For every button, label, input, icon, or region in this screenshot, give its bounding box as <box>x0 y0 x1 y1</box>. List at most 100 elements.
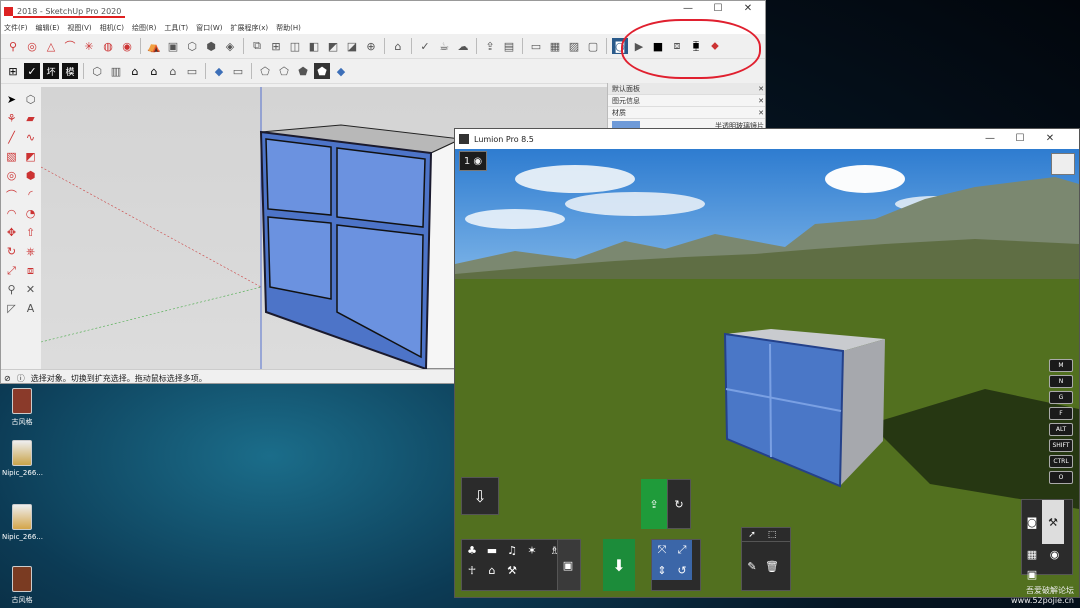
menu-tools[interactable]: 工具(T) <box>164 23 188 33</box>
key-m[interactable]: M <box>1049 359 1073 372</box>
maximize-button[interactable]: ☐ <box>1005 133 1035 144</box>
view-top-icon[interactable]: ▥ <box>108 63 124 79</box>
save-import-button[interactable]: ⇪ <box>641 479 667 529</box>
view-left-icon[interactable]: ▭ <box>184 63 200 79</box>
line-icon[interactable]: ╱ <box>3 129 20 146</box>
tape-measure-icon[interactable]: ⚲ <box>3 281 20 298</box>
push-pull-icon[interactable]: ⇧ <box>22 224 39 241</box>
desktop-icon[interactable]: 古风格 <box>2 388 42 427</box>
grid-icon[interactable]: ⊞ <box>5 63 21 79</box>
solid-tools-icon[interactable]: ⧉ <box>249 38 265 54</box>
movie-icon[interactable]: ▦ <box>1022 544 1042 564</box>
texture-icon[interactable]: ◈ <box>222 38 238 54</box>
scale-arrows-icon[interactable]: ⤢ <box>672 540 692 560</box>
rotated-rectangle-icon[interactable]: ◩ <box>22 148 39 165</box>
rotate-icon[interactable]: ↻ <box>3 243 20 260</box>
circle-icon[interactable]: ◎ <box>24 38 40 54</box>
tree-icon[interactable]: ♣ <box>462 540 482 560</box>
desktop-icon[interactable]: Nipic_266... <box>2 440 43 477</box>
backedges-icon[interactable]: ▭ <box>230 63 246 79</box>
key-o[interactable]: O <box>1049 471 1073 484</box>
cloud-icon[interactable]: ☁ <box>455 38 471 54</box>
view-right-icon[interactable]: ⌂ <box>146 63 162 79</box>
menu-window[interactable]: 窗口(W) <box>196 23 222 33</box>
key-shift[interactable]: SHIFT <box>1049 439 1073 452</box>
follow-me-icon[interactable]: ⎈ <box>22 243 39 260</box>
shell-icon[interactable]: ⊕ <box>363 38 379 54</box>
cone-icon[interactable]: △ <box>43 38 59 54</box>
warehouse-icon[interactable]: ⌂ <box>390 38 406 54</box>
cube-outline-icon[interactable]: ⬢ <box>203 38 219 54</box>
close-icon[interactable]: ✕ <box>758 109 764 117</box>
minimize-button[interactable]: — <box>975 133 1005 144</box>
toolbar-text-icon[interactable]: 模 <box>62 63 78 79</box>
rectangle-icon[interactable]: ▧ <box>3 148 20 165</box>
box-select-icon[interactable]: ⬚ <box>762 528 782 542</box>
imported-models-button[interactable]: ▣ <box>557 539 581 591</box>
menu-draw[interactable]: 绘图(R) <box>132 23 156 33</box>
export-icon[interactable]: ⇪ <box>482 38 498 54</box>
intersect-icon[interactable]: ⊞ <box>268 38 284 54</box>
union-icon[interactable]: ◫ <box>287 38 303 54</box>
view-front-icon[interactable]: ⌂ <box>127 63 143 79</box>
layer-visibility-button[interactable]: 1 ◉ <box>459 151 487 171</box>
key-alt[interactable]: ALT <box>1049 423 1073 436</box>
key-f[interactable]: F <box>1049 407 1073 420</box>
sandbox-icon[interactable]: ⛺ <box>146 38 162 54</box>
toolbar-text-icon[interactable]: 坏 <box>43 63 59 79</box>
view-iso-icon[interactable]: ⬡ <box>89 63 105 79</box>
offset-icon[interactable]: ⧈ <box>22 262 39 279</box>
teapot-icon[interactable]: ☕ <box>436 38 452 54</box>
select-icon[interactable]: ➤ <box>3 91 20 108</box>
split-icon[interactable]: ◪ <box>344 38 360 54</box>
shaded-texture-icon[interactable]: ⬟ <box>314 63 330 79</box>
maximize-button[interactable]: ☐ <box>703 3 733 14</box>
tray-entity-row[interactable]: 图元信息 ✕ <box>608 95 765 107</box>
polygon-icon[interactable]: ⬢ <box>22 167 39 184</box>
xray-icon[interactable]: ◆ <box>211 63 227 79</box>
panorama-icon[interactable]: ◉ <box>1045 544 1065 564</box>
place-object-button[interactable]: ⬇ <box>603 539 635 591</box>
eraser-icon[interactable]: ▰ <box>22 110 39 127</box>
subtract-icon[interactable]: ◧ <box>306 38 322 54</box>
paint-bucket-icon[interactable]: ⚘ <box>3 110 20 127</box>
photo-icon[interactable]: ▨ <box>566 38 582 54</box>
close-icon[interactable]: ✕ <box>758 97 764 105</box>
three-point-arc-icon[interactable]: ◠ <box>3 205 20 222</box>
desktop-icon[interactable]: Nipic_266... <box>2 504 43 541</box>
key-g[interactable]: G <box>1049 391 1073 404</box>
dimension-icon[interactable]: ✕ <box>22 281 39 298</box>
save-icon[interactable]: ▣ <box>1022 564 1042 584</box>
car-icon[interactable]: ▬ <box>482 540 502 560</box>
menu-view[interactable]: 视图(V) <box>67 23 91 33</box>
frame-icon[interactable]: ▢ <box>585 38 601 54</box>
rotate-object-icon[interactable]: ↺ <box>672 560 692 580</box>
refresh-button[interactable]: ↻ <box>667 479 691 529</box>
cylinder-icon[interactable]: ◍ <box>100 38 116 54</box>
text-icon[interactable]: A <box>22 300 39 317</box>
build-mode-icon[interactable]: ⚒ <box>1042 500 1064 544</box>
pointer-icon[interactable]: ➚ <box>742 528 762 542</box>
menu-file[interactable]: 文件(F) <box>4 23 28 33</box>
menu-extensions[interactable]: 扩展程序(x) <box>230 23 268 33</box>
music-icon[interactable]: ♫ <box>502 540 522 560</box>
height-icon[interactable]: ⇕ <box>652 560 672 580</box>
window-icon[interactable]: ▭ <box>528 38 544 54</box>
box-icon[interactable]: ▣ <box>165 38 181 54</box>
two-point-arc-icon[interactable]: ◜ <box>22 186 39 203</box>
panel-icon[interactable]: ▦ <box>547 38 563 54</box>
move-arrows-icon[interactable]: ⤧ <box>652 540 672 560</box>
lumion-viewport[interactable]: 1 ◉ M N G F ALT SHIFT CTRL O ⇩ ⇪ ↻ ♣ ▬ ♫ ✶ … <box>455 149 1079 597</box>
check-icon[interactable]: ✓ <box>417 38 433 54</box>
wireframe-icon[interactable]: ⬠ <box>257 63 273 79</box>
trash-icon[interactable]: 🗑 <box>762 542 782 590</box>
star-icon[interactable]: ✳ <box>81 38 97 54</box>
camera-icon[interactable]: ◙ <box>1022 512 1042 532</box>
menu-camera[interactable]: 相机(C) <box>100 23 124 33</box>
freehand-icon[interactable]: ∿ <box>22 129 39 146</box>
info-icon[interactable]: ⓘ <box>17 373 25 384</box>
geo-location-icon[interactable]: ⊘ <box>4 374 11 383</box>
tray-materials-row[interactable]: 材质 ✕ <box>608 107 765 119</box>
arc-icon[interactable]: ⌒ <box>3 186 20 203</box>
protractor-icon[interactable]: ◸ <box>3 300 20 317</box>
